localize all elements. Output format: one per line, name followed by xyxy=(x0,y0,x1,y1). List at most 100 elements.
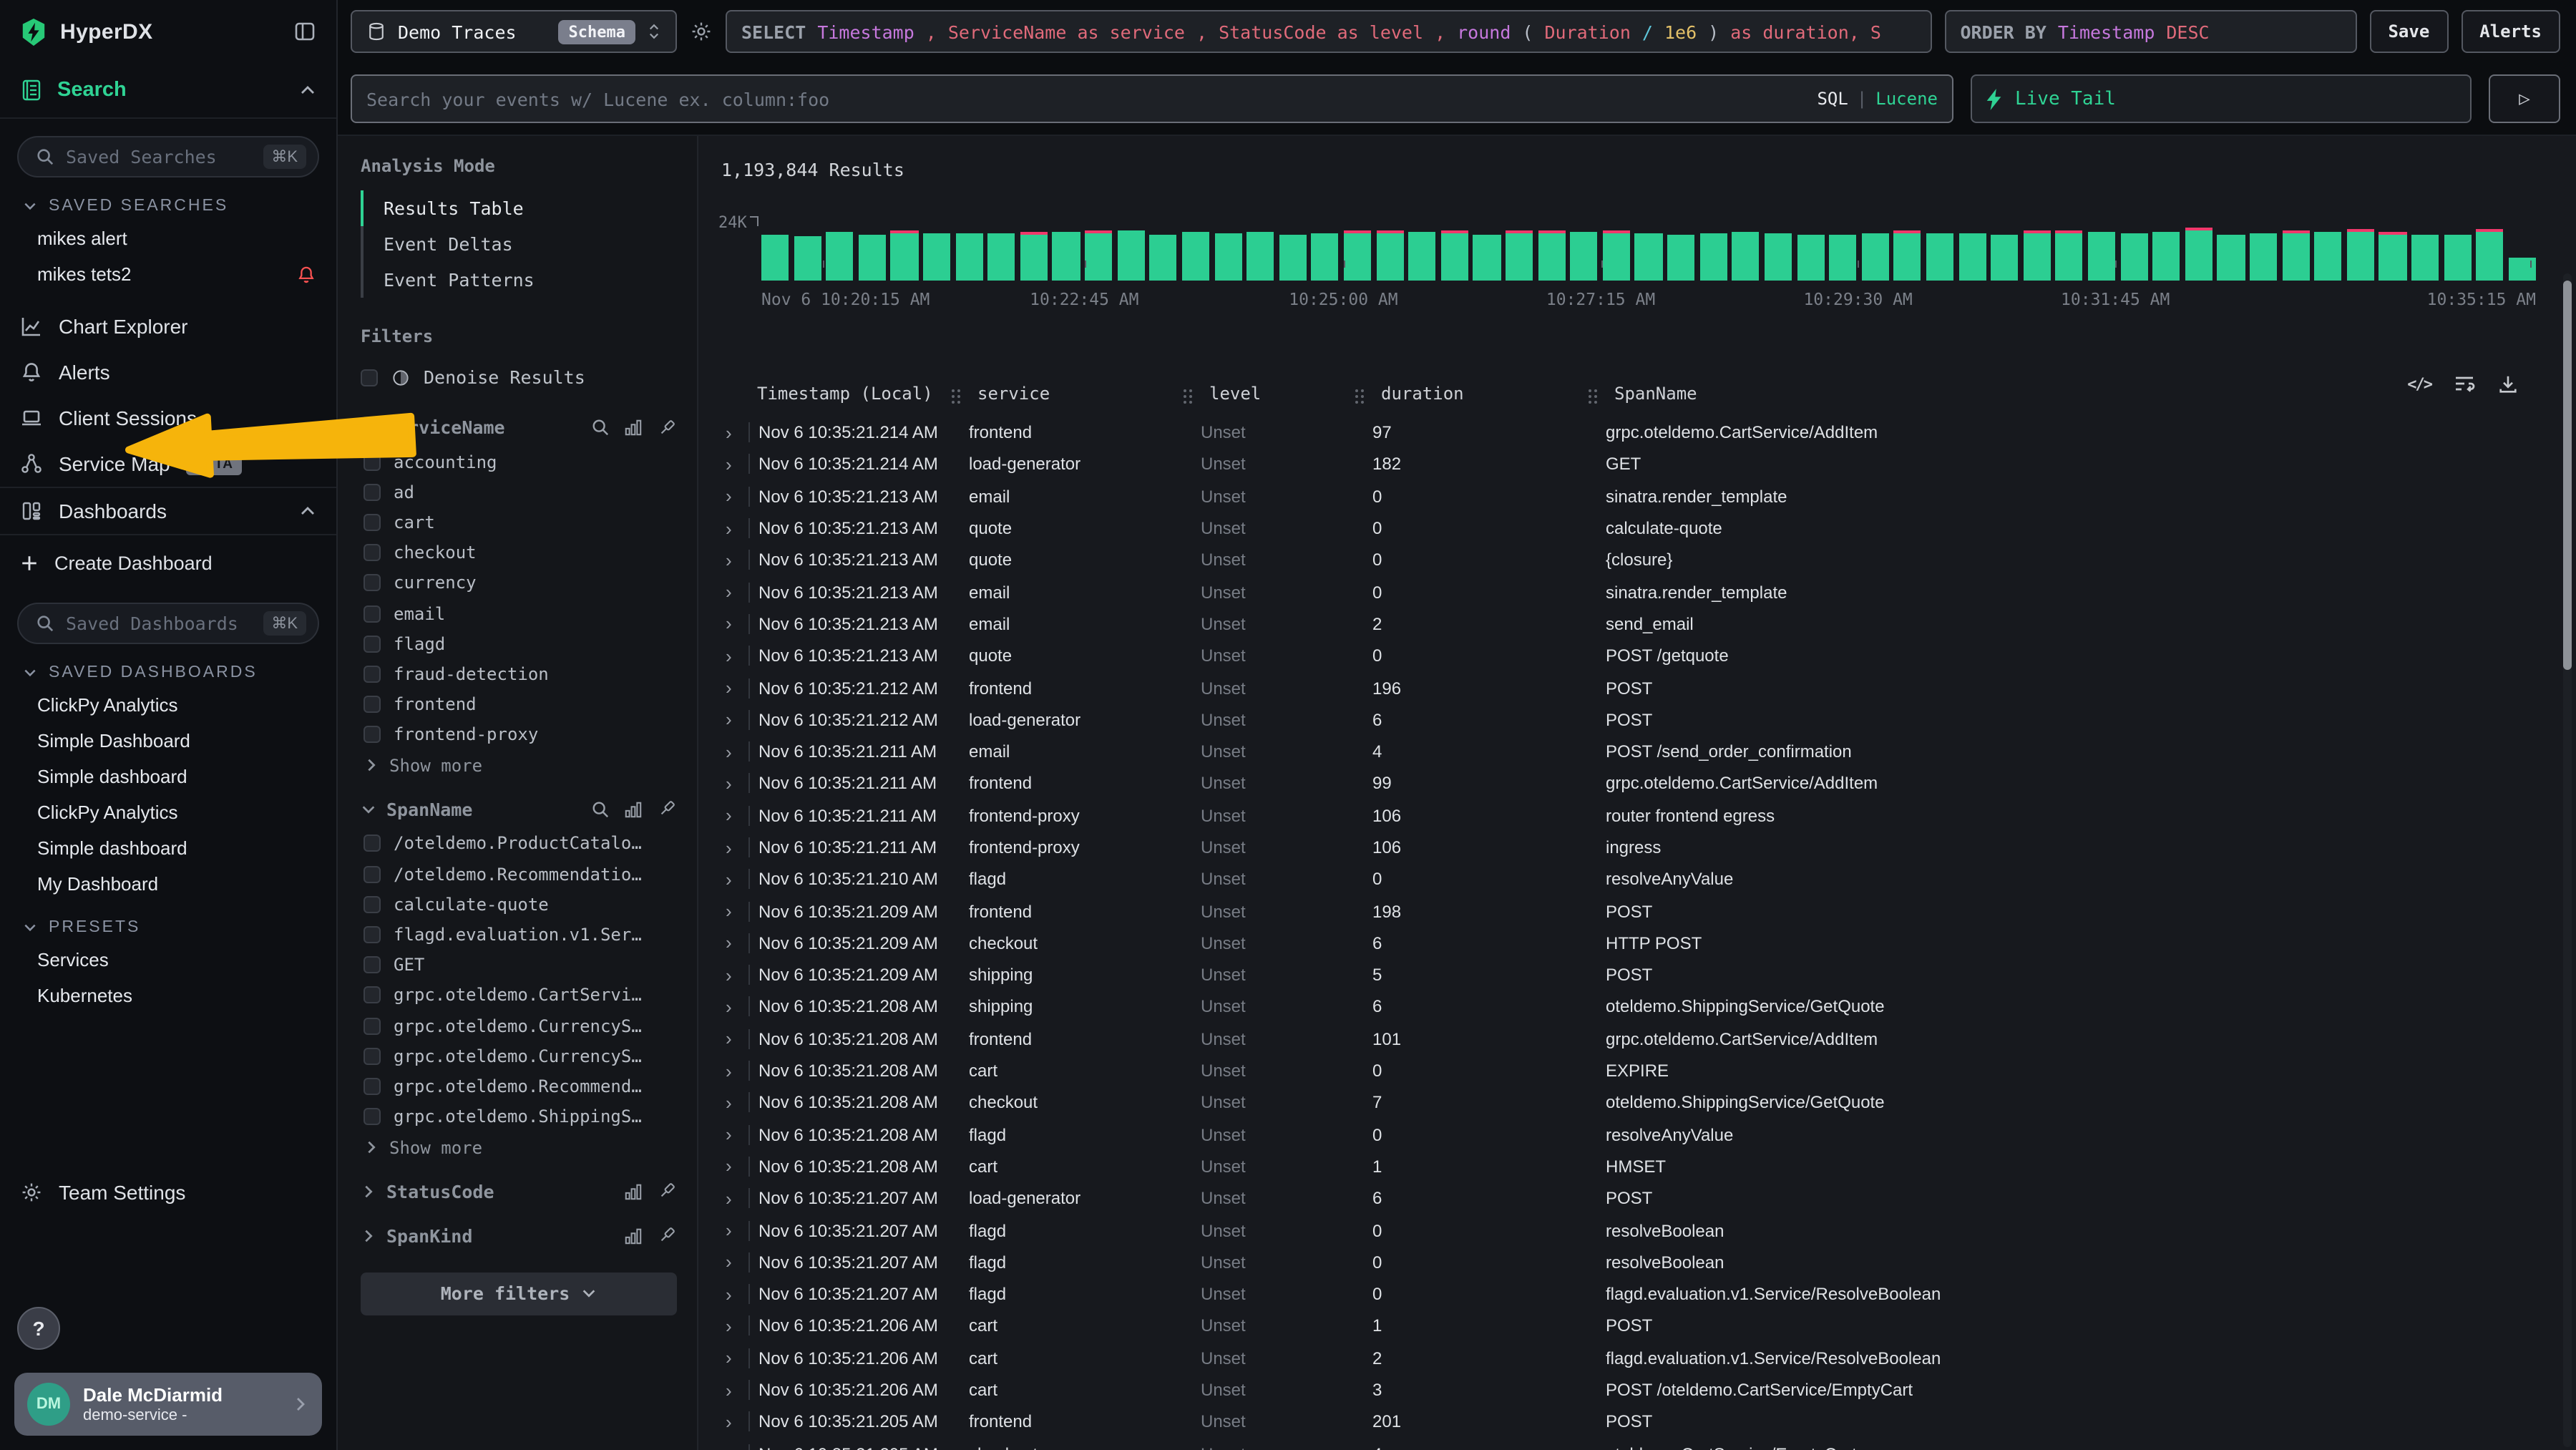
table-row[interactable]: ›Nov 6 10:35:21.213 AMemailUnset0sinatra… xyxy=(718,576,2527,608)
filter-value-row[interactable]: grpc.oteldemo.CurrencyS… xyxy=(361,1011,677,1041)
histogram-bar[interactable] xyxy=(1408,233,1435,281)
histogram-bar[interactable] xyxy=(1085,234,1112,281)
filter-value-row[interactable]: grpc.oteldemo.CartServi… xyxy=(361,981,677,1011)
row-expander-icon[interactable]: › xyxy=(718,870,748,889)
histogram-bar[interactable] xyxy=(1020,235,1048,281)
row-expander-icon[interactable]: › xyxy=(718,1157,748,1176)
table-row[interactable]: ›Nov 6 10:35:21.205 AMfrontendUnset201PO… xyxy=(718,1406,2527,1438)
filter-value-row[interactable]: email xyxy=(361,598,677,628)
table-row[interactable]: ›Nov 6 10:35:21.209 AMfrontendUnset198PO… xyxy=(718,895,2527,928)
histogram-bar[interactable] xyxy=(1797,235,1824,281)
filter-checkbox[interactable] xyxy=(364,956,381,973)
table-row[interactable]: ›Nov 6 10:35:21.206 AMcartUnset1POST xyxy=(718,1310,2527,1343)
histogram-bar[interactable] xyxy=(826,233,853,281)
source-settings-gear-icon[interactable] xyxy=(690,20,713,43)
filter-checkbox[interactable] xyxy=(364,1017,381,1034)
histogram-bars[interactable] xyxy=(761,229,2536,281)
live-tail-button[interactable]: Live Tail xyxy=(1971,74,2472,123)
order-by-editor[interactable]: ORDER BY Timestamp DESC xyxy=(1944,10,2356,53)
histogram-bar[interactable] xyxy=(1376,233,1403,281)
histogram-bar[interactable] xyxy=(955,233,982,281)
column-drag-handle-icon[interactable] xyxy=(1184,389,1186,392)
histogram-bar[interactable] xyxy=(2024,234,2051,281)
histogram-bar[interactable] xyxy=(2152,231,2180,281)
saved-dashboards-input[interactable]: Saved Dashboards ⌘K xyxy=(17,603,319,644)
chevron-down-icon[interactable] xyxy=(361,419,376,435)
collapse-sidebar-icon[interactable] xyxy=(293,20,316,43)
filter-value-row[interactable]: cart xyxy=(361,507,677,537)
histogram-bar[interactable] xyxy=(1312,233,1339,281)
row-expander-icon[interactable]: › xyxy=(718,1317,748,1335)
column-drag-handle-icon[interactable] xyxy=(1355,389,1358,392)
row-expander-icon[interactable]: › xyxy=(718,583,748,601)
table-row[interactable]: ›Nov 6 10:35:21.206 AMcartUnset2flagd.ev… xyxy=(718,1342,2527,1374)
histogram-bar[interactable] xyxy=(1570,233,1597,281)
histogram-bar[interactable] xyxy=(2411,235,2439,281)
filter-value-row[interactable]: /oteldemo.Recommendatio… xyxy=(361,859,677,889)
pin-icon[interactable] xyxy=(657,799,677,819)
column-header-timestamp[interactable]: Timestamp (Local) xyxy=(748,384,969,404)
row-expander-icon[interactable]: › xyxy=(718,838,748,857)
nav-service-map[interactable]: Service Map BETA xyxy=(0,441,336,487)
histogram-bar[interactable] xyxy=(2088,232,2115,281)
bar-chart-icon[interactable] xyxy=(624,800,643,819)
saved-dashboard-item[interactable]: Simple dashboard xyxy=(0,830,336,866)
histogram-bar[interactable] xyxy=(1667,235,1694,281)
sql-query-editor[interactable]: SELECT Timestamp, ServiceName as service… xyxy=(726,10,1931,53)
save-button[interactable]: Save xyxy=(2369,10,2448,53)
histogram-bar[interactable] xyxy=(1214,233,1241,281)
table-row[interactable]: ›Nov 6 10:35:21.208 AMcheckoutUnset7otel… xyxy=(718,1086,2527,1119)
show-more-button[interactable]: Show more xyxy=(361,1132,677,1158)
saved-dashboard-item[interactable]: My Dashboard xyxy=(0,866,336,902)
filter-checkbox[interactable] xyxy=(364,896,381,913)
filter-checkbox[interactable] xyxy=(364,1078,381,1095)
row-expander-icon[interactable]: › xyxy=(718,1221,748,1240)
row-expander-icon[interactable]: › xyxy=(718,487,748,505)
filter-value-row[interactable]: grpc.oteldemo.ShippingS… xyxy=(361,1101,677,1132)
histogram-bar[interactable] xyxy=(1344,233,1371,281)
run-query-button[interactable]: ▷ xyxy=(2489,74,2560,123)
histogram-bar[interactable] xyxy=(2185,231,2212,281)
histogram-bar[interactable] xyxy=(1279,235,1307,281)
chevron-right-icon[interactable] xyxy=(361,1228,376,1244)
table-row[interactable]: ›Nov 6 10:35:21.213 AMquoteUnset0calcula… xyxy=(718,512,2527,545)
analysis-mode-results-table[interactable]: Results Table xyxy=(361,190,677,226)
filter-checkbox[interactable] xyxy=(364,605,381,622)
create-dashboard-button[interactable]: Create Dashboard xyxy=(0,535,336,585)
histogram-bar[interactable] xyxy=(2250,234,2277,281)
histogram-bar[interactable] xyxy=(2477,232,2504,281)
filter-checkbox[interactable] xyxy=(364,865,381,882)
column-header-service[interactable]: service xyxy=(969,384,1201,404)
filter-value-row[interactable]: flagd xyxy=(361,628,677,658)
row-expander-icon[interactable]: › xyxy=(718,1030,748,1048)
filter-checkbox[interactable] xyxy=(364,666,381,683)
nav-client-sessions[interactable]: Client Sessions xyxy=(0,395,336,441)
table-row[interactable]: ›Nov 6 10:35:21.211 AMfrontend-proxyUnse… xyxy=(718,799,2527,832)
table-row[interactable]: ›Nov 6 10:35:21.208 AMfrontendUnset101gr… xyxy=(718,1023,2527,1055)
row-expander-icon[interactable]: › xyxy=(718,806,748,824)
histogram-bar[interactable] xyxy=(1991,235,2018,281)
row-expander-icon[interactable]: › xyxy=(718,1381,748,1399)
user-card[interactable]: DM Dale McDiarmid demo-service - xyxy=(14,1373,322,1436)
row-expander-icon[interactable]: › xyxy=(718,1094,748,1112)
denoise-checkbox[interactable] xyxy=(361,369,378,386)
filter-value-row[interactable]: calculate-quote xyxy=(361,890,677,920)
histogram-bar[interactable] xyxy=(923,234,950,281)
filter-checkbox[interactable] xyxy=(364,987,381,1004)
table-row[interactable]: ›Nov 6 10:35:21.213 AMquoteUnset0{closur… xyxy=(718,544,2527,576)
histogram-bar[interactable] xyxy=(1473,235,1501,281)
table-row[interactable]: ›Nov 6 10:35:21.206 AMcartUnset3POST /ot… xyxy=(718,1374,2527,1406)
saved-search-item[interactable]: mikes alert xyxy=(0,220,336,256)
histogram-bar[interactable] xyxy=(1246,232,1274,281)
filter-checkbox[interactable] xyxy=(364,544,381,561)
event-search-input[interactable]: Search your events w/ Lucene ex. column:… xyxy=(351,74,1953,123)
table-row[interactable]: ›Nov 6 10:35:21.207 AMflagdUnset0resolve… xyxy=(718,1215,2527,1247)
table-row[interactable]: ›Nov 6 10:35:21.212 AMfrontendUnset196PO… xyxy=(718,672,2527,704)
saved-searches-input[interactable]: Saved Searches ⌘K xyxy=(17,136,319,177)
histogram-bar[interactable] xyxy=(1441,233,1468,281)
analysis-mode-event-patterns[interactable]: Event Patterns xyxy=(361,262,677,298)
preset-item[interactable]: Kubernetes xyxy=(0,978,336,1013)
row-expander-icon[interactable]: › xyxy=(718,615,748,633)
histogram-bar[interactable] xyxy=(1117,231,1144,281)
pin-icon[interactable] xyxy=(657,1182,677,1202)
